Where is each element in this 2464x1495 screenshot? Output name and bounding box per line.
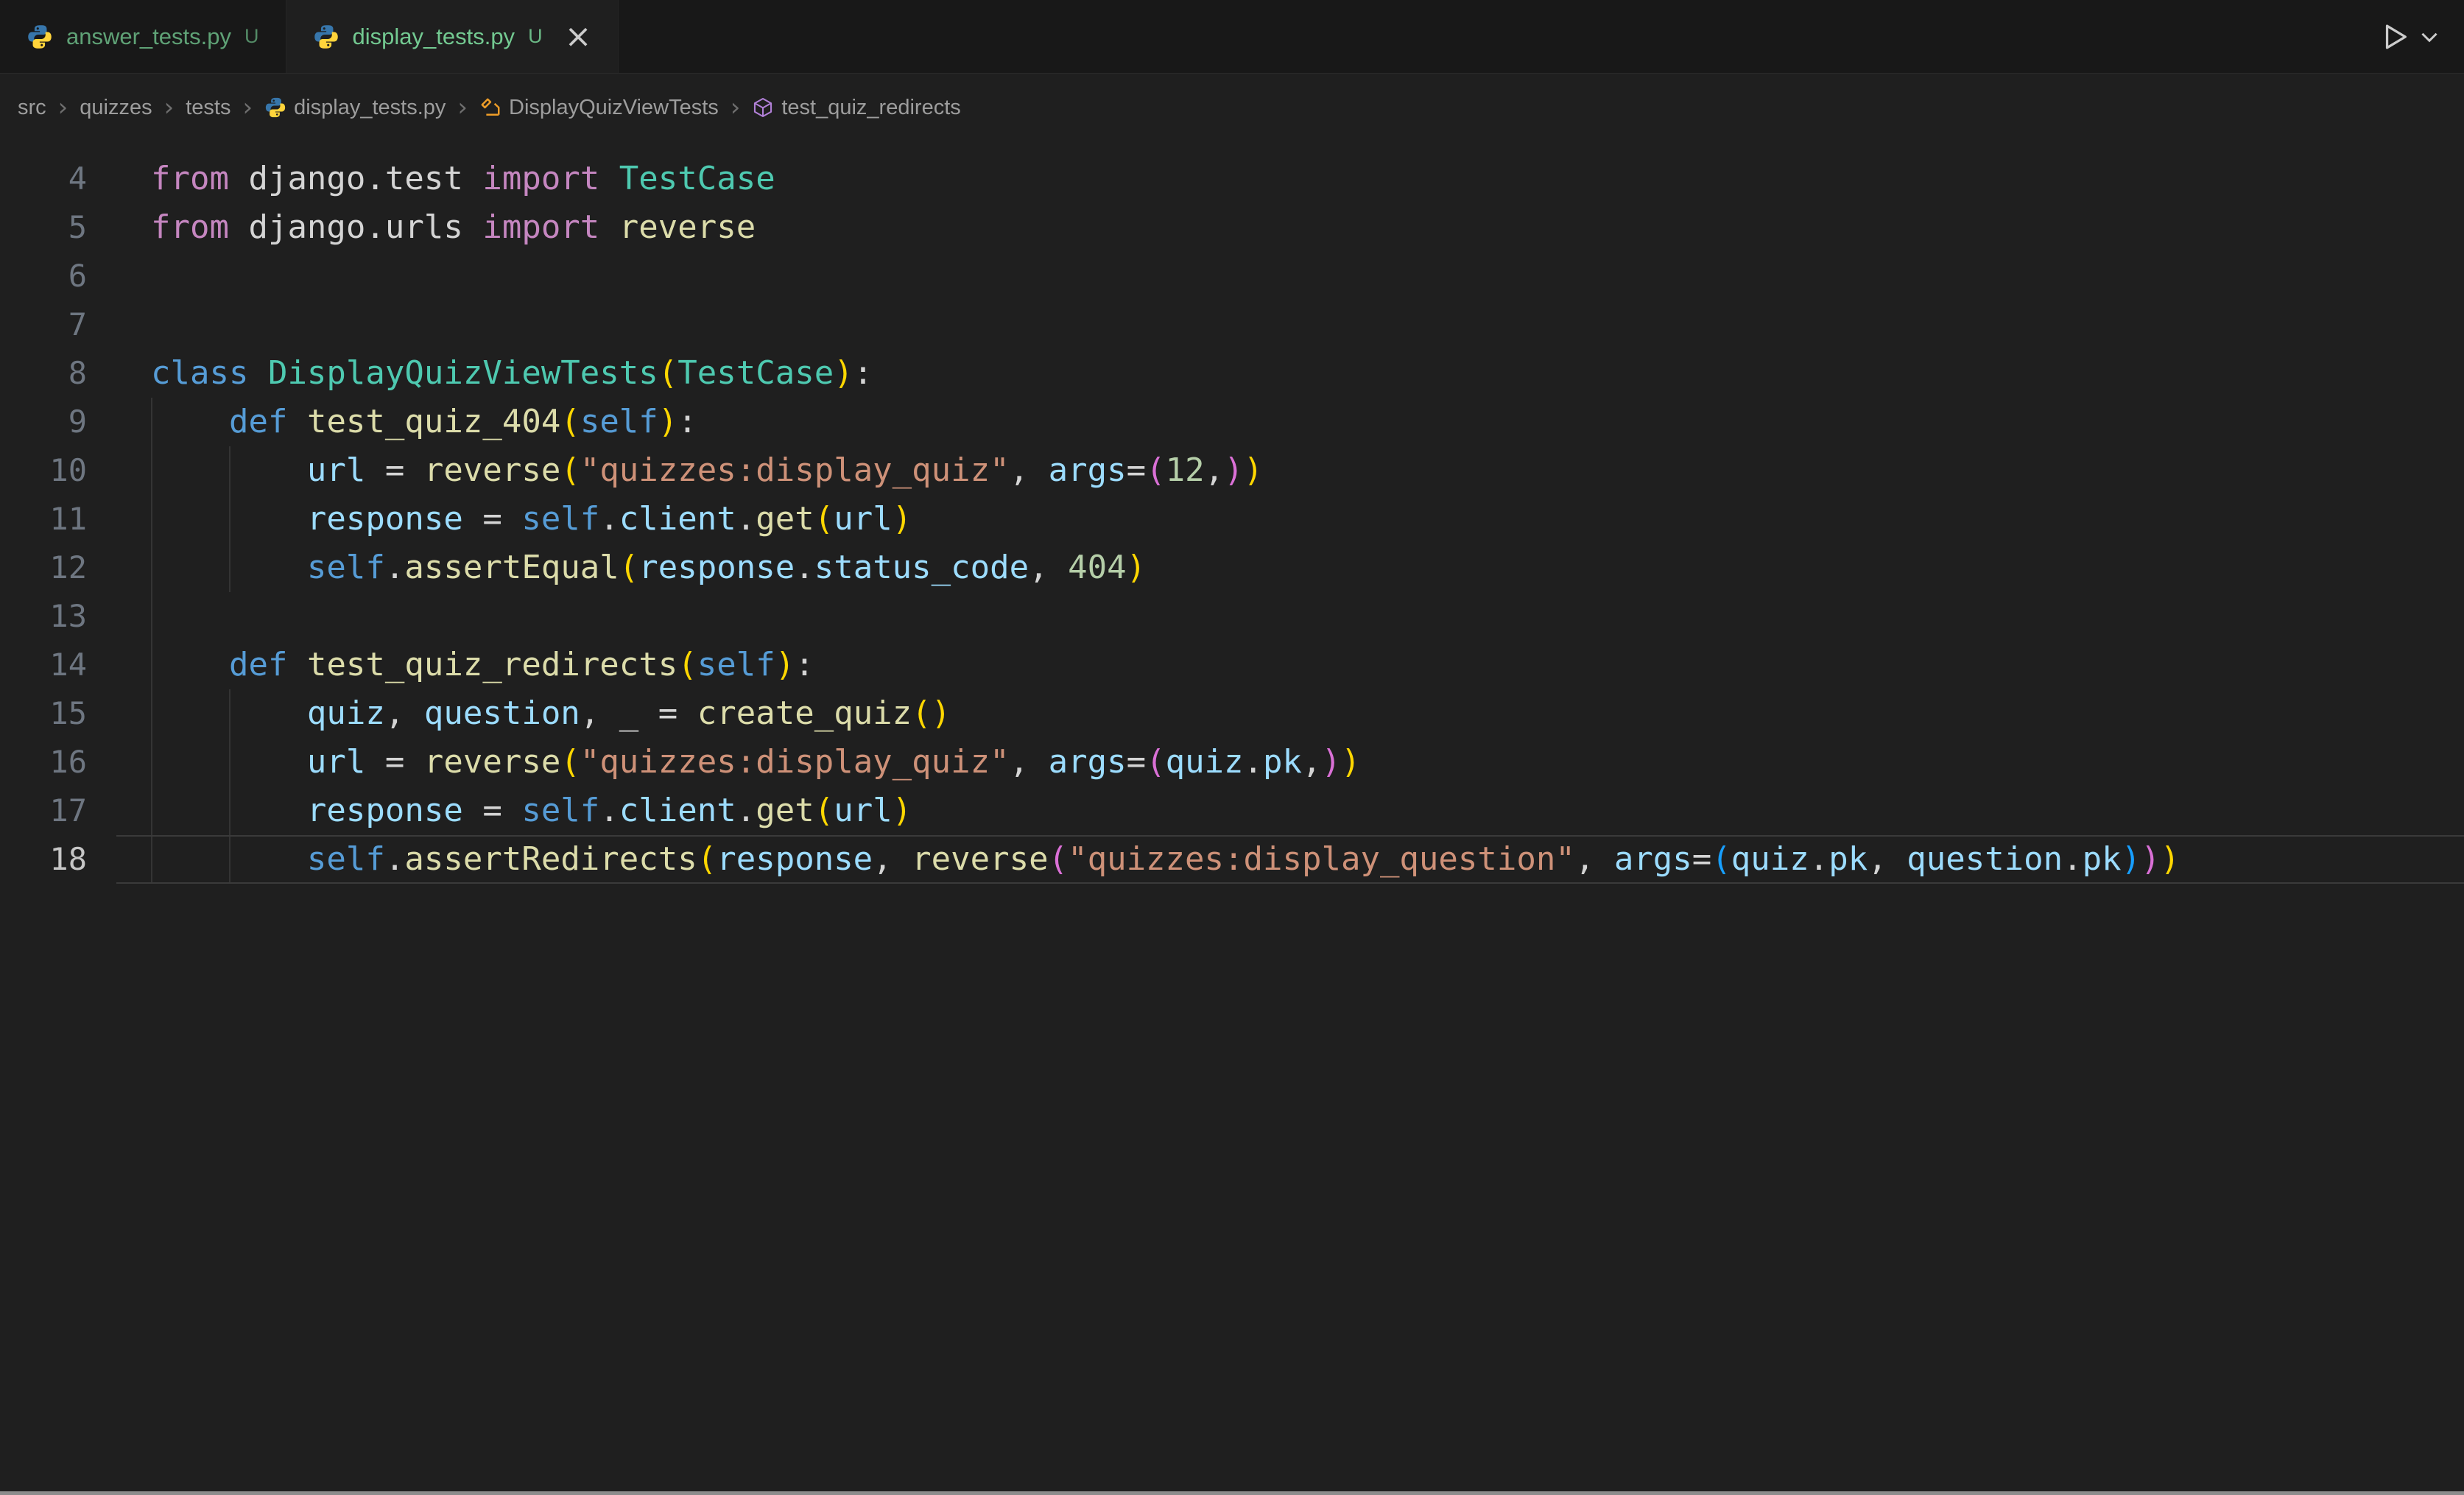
close-icon[interactable]: ×: [565, 21, 592, 53]
line-number[interactable]: 10: [0, 446, 87, 495]
python-file-icon: [264, 96, 286, 119]
breadcrumb-item-class[interactable]: DisplayQuizViewTests: [479, 96, 719, 120]
line-number[interactable]: 6: [0, 252, 87, 300]
line-number[interactable]: 5: [0, 203, 87, 252]
line-number[interactable]: 7: [0, 300, 87, 349]
line-number[interactable]: 17: [0, 787, 87, 835]
editor-actions: [2379, 0, 2464, 73]
run-python-file-button[interactable]: [2379, 21, 2411, 53]
bottom-edge: [0, 1491, 2464, 1495]
line-number[interactable]: 15: [0, 689, 87, 738]
code-line-16[interactable]: 16 url = reverse("quizzes:display_quiz",…: [0, 738, 2464, 787]
breadcrumb-separator: ›: [163, 93, 176, 122]
git-untracked-badge: U: [528, 25, 543, 48]
code-line-17[interactable]: 17 response = self.client.get(url): [0, 787, 2464, 835]
code-text[interactable]: [87, 252, 151, 300]
code-line-12[interactable]: 12 self.assertEqual(response.status_code…: [0, 544, 2464, 592]
line-number[interactable]: 13: [0, 592, 87, 641]
tab-title: answer_tests.py: [66, 24, 231, 50]
breadcrumb: src › quizzes › tests › display_tests.py…: [0, 74, 2464, 141]
breadcrumb-item-method[interactable]: test_quiz_redirects: [752, 96, 960, 120]
play-icon: [2379, 21, 2411, 53]
code-text[interactable]: response = self.client.get(url): [87, 495, 912, 544]
code-line-9[interactable]: 9 def test_quiz_404(self):: [0, 398, 2464, 446]
code-line-10[interactable]: 10 url = reverse("quizzes:display_quiz",…: [0, 446, 2464, 495]
breadcrumb-label: display_tests.py: [294, 96, 446, 120]
line-number[interactable]: 11: [0, 495, 87, 544]
line-number[interactable]: 16: [0, 738, 87, 787]
code-text[interactable]: from django.urls import reverse: [87, 203, 756, 252]
breadcrumb-label: DisplayQuizViewTests: [509, 96, 719, 120]
tab-display-tests[interactable]: display_tests.py U ×: [286, 0, 619, 73]
breadcrumb-label: quizzes: [80, 96, 152, 120]
code-line-15[interactable]: 15 quiz, question, _ = create_quiz(): [0, 689, 2464, 738]
code-text[interactable]: self.assertRedirects(response, reverse("…: [87, 835, 2180, 884]
code-line-5[interactable]: 5from django.urls import reverse: [0, 203, 2464, 252]
tab-title: display_tests.py: [353, 24, 515, 50]
line-number[interactable]: 8: [0, 349, 87, 398]
code-line-11[interactable]: 11 response = self.client.get(url): [0, 495, 2464, 544]
code-line-4[interactable]: 4from django.test import TestCase: [0, 155, 2464, 203]
run-options-dropdown[interactable]: [2417, 24, 2442, 49]
code-text[interactable]: [87, 300, 151, 349]
symbol-method-icon: [752, 96, 774, 119]
python-icon: [27, 24, 53, 50]
python-icon: [313, 24, 339, 50]
code-text[interactable]: class DisplayQuizViewTests(TestCase):: [87, 349, 873, 398]
breadcrumb-separator: ›: [241, 93, 254, 122]
line-number[interactable]: 18: [0, 835, 87, 884]
code-text[interactable]: def test_quiz_redirects(self):: [87, 641, 814, 689]
code-text[interactable]: url = reverse("quizzes:display_quiz", ar…: [87, 738, 1361, 787]
breadcrumb-item-quizzes[interactable]: quizzes: [80, 96, 152, 120]
tab-bar: answer_tests.py U display_tests.py U ×: [0, 0, 2464, 74]
code-editor[interactable]: 3 4from django.test import TestCase5from…: [0, 141, 2464, 1495]
breadcrumb-separator: ›: [456, 93, 469, 122]
code-text[interactable]: url = reverse("quizzes:display_quiz", ar…: [87, 446, 1263, 495]
code-text[interactable]: [87, 592, 151, 641]
breadcrumb-item-file[interactable]: display_tests.py: [264, 96, 446, 120]
breadcrumb-label: src: [18, 96, 46, 120]
breadcrumb-separator: ›: [729, 93, 742, 122]
line-number[interactable]: 9: [0, 398, 87, 446]
git-untracked-badge: U: [244, 25, 259, 48]
line-number[interactable]: 4: [0, 155, 87, 203]
tab-answer-tests[interactable]: answer_tests.py U: [0, 0, 286, 73]
code-line-14[interactable]: 14 def test_quiz_redirects(self):: [0, 641, 2464, 689]
code-line-13[interactable]: 13: [0, 592, 2464, 641]
chevron-down-icon: [2417, 24, 2442, 49]
code-text[interactable]: quiz, question, _ = create_quiz(): [87, 689, 951, 738]
code-line-6[interactable]: 6: [0, 252, 2464, 300]
breadcrumb-item-src[interactable]: src: [18, 96, 46, 120]
line-number[interactable]: 12: [0, 544, 87, 592]
code-line-8[interactable]: 8class DisplayQuizViewTests(TestCase):: [0, 349, 2464, 398]
breadcrumb-label: test_quiz_redirects: [781, 96, 960, 120]
code-lines: 3 4from django.test import TestCase5from…: [0, 141, 2464, 884]
symbol-class-icon: [479, 96, 501, 119]
code-line-7[interactable]: 7: [0, 300, 2464, 349]
code-line-18[interactable]: 18 self.assertRedirects(response, revers…: [0, 835, 2464, 884]
line-number[interactable]: 14: [0, 641, 87, 689]
breadcrumb-separator: ›: [57, 93, 70, 122]
code-text[interactable]: def test_quiz_404(self):: [87, 398, 697, 446]
code-line-partial: 3: [0, 141, 2464, 155]
breadcrumb-item-tests[interactable]: tests: [186, 96, 230, 120]
code-text[interactable]: response = self.client.get(url): [87, 787, 912, 835]
code-text[interactable]: self.assertEqual(response.status_code, 4…: [87, 544, 1146, 592]
code-text[interactable]: from django.test import TestCase: [87, 155, 775, 203]
breadcrumb-label: tests: [186, 96, 230, 120]
